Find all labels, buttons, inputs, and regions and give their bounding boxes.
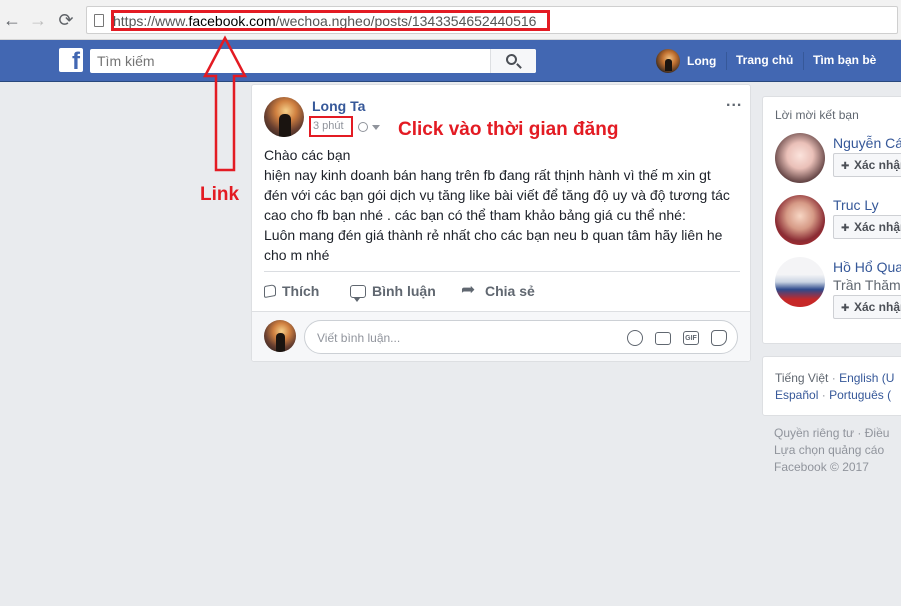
- post-line: cho m nhé: [264, 247, 330, 263]
- avatar[interactable]: [775, 195, 825, 245]
- current-language: Tiếng Việt: [775, 371, 829, 385]
- annotation-arrow-icon: [202, 35, 248, 172]
- url-highlight-box: [111, 10, 550, 31]
- language-link[interactable]: Português (: [829, 388, 891, 402]
- list-item: Truc Ly ✚Xác nhận: [775, 195, 901, 255]
- language-link[interactable]: Español: [775, 388, 818, 402]
- footer-links: Quyền riêng tư · Điều: [774, 426, 890, 440]
- browser-toolbar: ← → ⟳ https://www.facebook.com/wechoa.ng…: [0, 0, 901, 40]
- annotation-time-label: Click vào thời gian đăng: [398, 119, 619, 140]
- page-info-icon[interactable]: [94, 14, 104, 27]
- audience-caret-icon[interactable]: [372, 125, 380, 130]
- avatar: [656, 49, 680, 73]
- list-item: Nguyễn Cát ✚Xác nhận: [775, 133, 901, 193]
- address-bar[interactable]: https://www.facebook.com/wechoa.ngheo/po…: [86, 6, 898, 34]
- comment-label: Bình luận: [372, 283, 436, 299]
- back-arrow-icon[interactable]: ←: [2, 10, 22, 30]
- copyright: Facebook © 2017: [774, 460, 869, 474]
- friend-name[interactable]: Hồ Hổ Quang: [833, 259, 901, 275]
- search-box: [90, 49, 536, 73]
- share-arrow-icon: [461, 280, 479, 300]
- avatar: [264, 320, 296, 352]
- comment-bubble-icon: [350, 284, 366, 302]
- avatar[interactable]: [775, 133, 825, 183]
- post-line: Luôn mang đén giá thành rẻ nhất cho các …: [264, 227, 723, 243]
- comment-input[interactable]: Viết bình luận... GIF: [304, 320, 738, 354]
- confirm-request-button[interactable]: ✚Xác nhận: [833, 295, 901, 319]
- share-label: Chia sẻ: [485, 283, 535, 299]
- forward-arrow-icon[interactable]: →: [28, 10, 48, 30]
- more-options-icon[interactable]: ...: [726, 94, 742, 110]
- globe-icon: [358, 122, 368, 132]
- sticker-icon[interactable]: [711, 330, 727, 346]
- languages-card: Tiếng Việt · English (U Español · Portug…: [762, 356, 901, 416]
- friend-name[interactable]: Truc Ly: [833, 197, 879, 213]
- friend-subtext: Trần Thăm: [833, 277, 901, 293]
- camera-icon[interactable]: [655, 332, 671, 345]
- post-line: Chào các bạn: [264, 147, 351, 163]
- language-link[interactable]: English (U: [839, 371, 894, 385]
- search-button[interactable]: [490, 49, 536, 73]
- like-button[interactable]: Thích: [264, 281, 319, 301]
- share-button[interactable]: Chia sẻ: [461, 280, 535, 301]
- profile-link[interactable]: Long: [656, 49, 716, 73]
- gif-icon[interactable]: GIF: [683, 331, 699, 345]
- find-friends-link[interactable]: Tìm bạn bè: [813, 53, 876, 67]
- ad-choices-link[interactable]: Lựa chọn quảng cáo: [774, 443, 884, 457]
- facebook-logo-icon[interactable]: f: [59, 48, 83, 72]
- thumbs-up-icon: [264, 283, 276, 299]
- comment-placeholder: Viết bình luận...: [317, 331, 401, 345]
- timestamp-highlight-box: [309, 116, 353, 137]
- nav-divider: [803, 52, 804, 70]
- terms-link[interactable]: Điều: [865, 426, 890, 440]
- comment-button[interactable]: Bình luận: [350, 281, 436, 302]
- list-item: Hồ Hổ Quang Trần Thăm ✚Xác nhận: [775, 257, 901, 319]
- friend-requests-title: Lời mời kết bạn: [775, 108, 859, 122]
- add-friend-icon: ✚: [841, 223, 850, 234]
- like-label: Thích: [282, 283, 320, 299]
- friend-requests-card: Lời mời kết bạn Nguyễn Cát ✚Xác nhận Tru…: [762, 96, 901, 344]
- post-line: đén với các bạn gói dịch vụ tăng like bà…: [264, 187, 730, 203]
- confirm-request-button[interactable]: ✚Xác nhận: [833, 215, 901, 239]
- post-line: hiện nay kinh doanh bán hang trên fb đan…: [264, 167, 711, 183]
- divider: [264, 271, 740, 272]
- post-author-avatar[interactable]: [264, 97, 304, 137]
- add-friend-icon: ✚: [841, 161, 850, 172]
- facebook-top-bar: f Long Trang chủ Tìm bạn bè: [0, 40, 901, 82]
- emoji-icon[interactable]: [627, 330, 643, 346]
- avatar[interactable]: [775, 257, 825, 307]
- reload-icon[interactable]: ⟳: [56, 10, 76, 30]
- search-icon: [506, 54, 517, 65]
- home-link[interactable]: Trang chủ: [736, 53, 793, 67]
- comment-composer: Viết bình luận... GIF: [252, 311, 750, 361]
- profile-name: Long: [687, 54, 717, 68]
- post-text: Chào các bạn hiện nay kinh doanh bán han…: [264, 145, 744, 265]
- add-friend-icon: ✚: [841, 303, 850, 314]
- friend-name[interactable]: Nguyễn Cát: [833, 135, 901, 151]
- post-author-name[interactable]: Long Ta: [312, 98, 365, 114]
- confirm-request-button[interactable]: ✚Xác nhận: [833, 153, 901, 177]
- privacy-link[interactable]: Quyền riêng tư: [774, 426, 854, 440]
- annotation-link-label: Link: [200, 184, 240, 205]
- search-input[interactable]: [90, 49, 490, 73]
- nav-divider: [726, 52, 727, 70]
- post-line: cao cho fb bạn nhé . các bạn có thể tham…: [264, 207, 686, 223]
